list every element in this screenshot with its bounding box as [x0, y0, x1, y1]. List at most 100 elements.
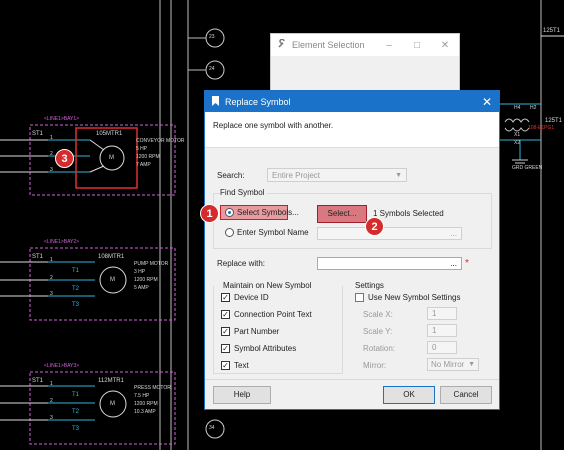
dialog-titlebar[interactable]: Replace Symbol ✕ — [205, 91, 499, 112]
motor-glyph: M — [110, 401, 115, 407]
search-select[interactable]: Entire Project ▼ — [267, 168, 407, 182]
required-marker: * — [465, 258, 469, 269]
grd-label: GRD GREEN — [512, 165, 543, 171]
mirror-label: Mirror: — [363, 361, 387, 370]
device-id-checkbox[interactable]: ✓ — [221, 293, 230, 302]
select-symbols-label[interactable]: Select Symbols... — [237, 208, 299, 217]
rung2-desc: 5 AMP — [134, 285, 149, 291]
part-number-checkbox[interactable]: ✓ — [221, 327, 230, 336]
mirror-select-value: No Mirror — [431, 360, 465, 369]
h4-label: H4 — [514, 105, 521, 111]
help-button[interactable]: Help — [213, 386, 271, 404]
replace-browse-button[interactable]: ... — [450, 259, 457, 268]
x1-label: X1 — [514, 132, 521, 138]
rung2-desc: 1200 RPM — [134, 277, 158, 283]
part-number-label[interactable]: Part Number — [234, 327, 279, 336]
motor-glyph: M — [110, 277, 115, 283]
rung1-desc: 1200 RPM — [136, 154, 160, 160]
rotation-label: Rotation: — [363, 344, 396, 353]
connection-point-text-label[interactable]: Connection Point Text — [234, 310, 312, 319]
rung3-wire: T2 — [72, 409, 80, 415]
rung2-tag: 108MTR1 — [98, 254, 125, 260]
element-selection-titlebar[interactable]: Element Selection – □ ✕ — [271, 34, 459, 56]
rung3-term: 3 — [50, 415, 53, 421]
ok-button[interactable]: OK — [383, 386, 435, 404]
motor-glyph: M — [109, 155, 114, 161]
replace-with-label: Replace with: — [217, 259, 266, 268]
use-new-settings-label[interactable]: Use New Symbol Settings — [368, 293, 460, 302]
rung3-desc: 10.3 AMP — [134, 409, 156, 415]
rung1-st: ST1 — [32, 131, 44, 137]
connection-point-text-checkbox[interactable]: ✓ — [221, 310, 230, 319]
rotation-input: 0 — [427, 341, 457, 354]
rung2-term: 2 — [50, 275, 53, 281]
symbol-attributes-label[interactable]: Symbol Attributes — [234, 344, 296, 353]
search-label: Search: — [217, 171, 245, 180]
cancel-button[interactable]: Cancel — [440, 386, 492, 404]
symbol-name-input: ... — [317, 227, 462, 240]
x2-label: X2 — [514, 140, 521, 146]
device-id-label[interactable]: Device ID — [234, 293, 269, 302]
rung1-tag: 105MTR1 — [96, 131, 123, 137]
close-icon[interactable]: ✕ — [475, 95, 499, 109]
rung2-wire: T3 — [72, 302, 80, 308]
callout-badge-2: 2 — [365, 217, 384, 236]
bookmark-icon — [211, 95, 220, 108]
replace-symbol-dialog: Replace Symbol ✕ Replace one symbol with… — [204, 90, 500, 410]
enter-symbol-name-label[interactable]: Enter Symbol Name — [237, 228, 309, 237]
enter-symbol-name-radio[interactable] — [225, 228, 234, 237]
rung1-term: 1 — [50, 135, 53, 141]
scale-x-label: Scale X: — [363, 310, 393, 319]
callout-badge-3: 3 — [55, 149, 74, 168]
h-small-label: H2 — [530, 105, 537, 111]
rung1-term: 2 — [50, 151, 53, 157]
rung2-desc: PUMP MOTOR — [134, 261, 169, 267]
scale-x-input: 1 — [427, 307, 457, 320]
close-icon[interactable]: ✕ — [431, 40, 459, 51]
rung3-desc: 1200 RPM — [134, 401, 158, 407]
rung1-desc: CONVEYOR MOTOR — [136, 138, 185, 144]
rung3-location: <LINE1>BAY3> — [44, 363, 80, 369]
transformer-tag: 108-E1PG1 — [528, 125, 555, 131]
symbol-attributes-checkbox[interactable]: ✓ — [221, 344, 230, 353]
use-new-settings-checkbox[interactable] — [355, 293, 364, 302]
selected-status: 1 Symbols Selected — [373, 209, 444, 218]
rung2-st: ST1 — [32, 254, 44, 260]
t1-label: 125T1 — [545, 118, 563, 124]
rung3-desc: 7.5 HP — [134, 393, 150, 399]
dialog-button-bar: Help OK Cancel — [205, 379, 499, 409]
dialog-description: Replace one symbol with another. — [205, 112, 499, 148]
element-selection-window: Element Selection – □ ✕ — [270, 33, 460, 93]
scale-y-label: Scale Y: — [363, 327, 393, 336]
rung1-desc: 7 AMP — [136, 162, 151, 168]
chevron-down-icon: ▼ — [468, 361, 475, 368]
select-symbols-radio[interactable] — [225, 208, 234, 217]
rung2-desc: 3 HP — [134, 269, 146, 275]
line-number-34: 34 — [209, 425, 215, 431]
text-checkbox[interactable]: ✓ — [221, 361, 230, 370]
replace-with-input[interactable]: ... — [317, 257, 462, 270]
select-button[interactable]: Select... — [317, 205, 367, 223]
search-select-value: Entire Project — [272, 171, 321, 180]
find-symbol-title: Find Symbol — [220, 188, 268, 197]
rung3-st: ST1 — [32, 378, 44, 384]
rung2-wire: T1 — [72, 268, 80, 274]
rung3-term: 1 — [50, 381, 53, 387]
rung3-wire: T3 — [72, 426, 80, 432]
chevron-down-icon: ▼ — [395, 172, 402, 179]
text-label[interactable]: Text — [234, 361, 249, 370]
rung1-location: <LINE1>BAY1> — [44, 116, 80, 122]
scale-y-input: 1 — [427, 324, 457, 337]
maximize-icon[interactable]: □ — [403, 40, 431, 51]
minimize-icon[interactable]: – — [375, 40, 403, 51]
wrench-icon — [277, 38, 287, 51]
rung3-desc: PRESS MOTOR — [134, 385, 171, 391]
rung2-term: 1 — [50, 257, 53, 263]
rung3-tag: 112MTR1 — [98, 378, 124, 384]
rung2-wire: T2 — [72, 286, 80, 292]
line-number-24: 24 — [209, 66, 215, 72]
settings-title: Settings — [355, 281, 384, 290]
rung1-term: 3 — [50, 167, 53, 173]
callout-badge-1: 1 — [200, 204, 219, 223]
mirror-select: No Mirror ▼ — [427, 358, 479, 371]
